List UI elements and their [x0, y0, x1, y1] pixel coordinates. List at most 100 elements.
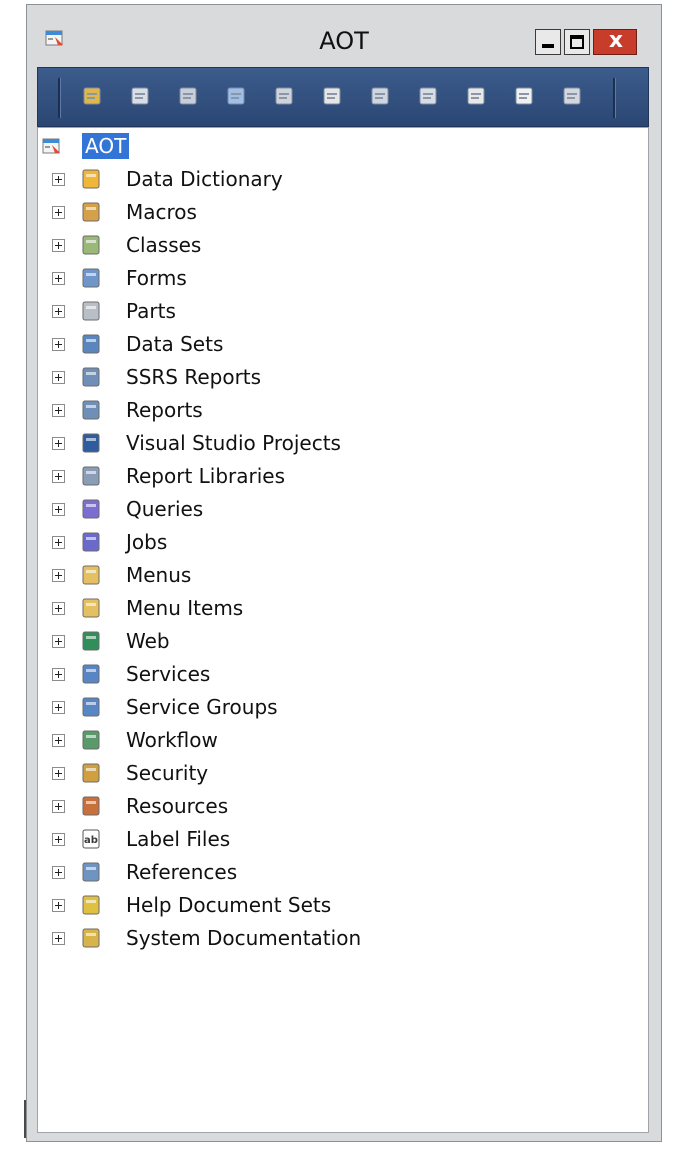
tree-node-label[interactable]: Data Sets	[126, 332, 223, 356]
tree-node-service-groups[interactable]: Service Groups	[38, 692, 628, 725]
expand-icon[interactable]	[52, 305, 65, 318]
tree-root-label[interactable]: AOT	[82, 133, 130, 159]
tree-node-label[interactable]: SSRS Reports	[126, 365, 261, 389]
expand-icon[interactable]	[52, 470, 65, 483]
expand-icon[interactable]	[52, 536, 65, 549]
expand-icon[interactable]	[52, 800, 65, 813]
tree-node-label[interactable]: Label Files	[126, 827, 230, 851]
new-icon	[323, 87, 341, 105]
expand-icon[interactable]	[52, 899, 65, 912]
expand-icon[interactable]	[52, 206, 65, 219]
close-button[interactable]: x	[593, 28, 637, 55]
tree-node-label[interactable]: Services	[126, 662, 210, 686]
expand-icon[interactable]	[52, 239, 65, 252]
tree-node-workflow[interactable]: Workflow	[38, 725, 628, 758]
expand-icon[interactable]	[52, 404, 65, 417]
toolbar-button-copy[interactable]	[560, 84, 584, 108]
expand-icon[interactable]	[52, 932, 65, 945]
tree-node-label[interactable]: References	[126, 860, 237, 884]
tree-view[interactable]: AOT Data Dictionary Macros Classes Forms Par…	[37, 127, 649, 1133]
toolbar-button-open[interactable]	[80, 84, 104, 108]
tree-node-label[interactable]: Menu Items	[126, 596, 243, 620]
workflow-icon	[82, 730, 100, 750]
tree-node-system-documentation[interactable]: System Documentation	[38, 923, 628, 956]
toolbar-button-keyboard[interactable]	[272, 84, 296, 108]
tree-node-reports[interactable]: Reports	[38, 395, 628, 428]
maximize-button[interactable]	[564, 29, 590, 55]
tree-node-macros[interactable]: Macros	[38, 197, 628, 230]
menu-items-icon	[82, 598, 100, 618]
toolbar-button-undo[interactable]	[464, 84, 488, 108]
tree-node-parts[interactable]: Parts	[38, 296, 628, 329]
tree-node-menu-items[interactable]: Menu Items	[38, 593, 628, 626]
tree-node-label[interactable]: Service Groups	[126, 695, 278, 719]
tree-node-label-files[interactable]: ab Label Files	[38, 824, 628, 857]
refresh-icon	[515, 87, 533, 105]
tree-node-report-libraries[interactable]: Report Libraries	[38, 461, 628, 494]
toolbar-button-compile[interactable]	[368, 84, 392, 108]
toolbar-button-edit[interactable]	[176, 84, 200, 108]
toolbar-button-new[interactable]	[320, 84, 344, 108]
expand-icon[interactable]	[52, 701, 65, 714]
tree-node-label[interactable]: Parts	[126, 299, 176, 323]
tree-node-label[interactable]: Data Dictionary	[126, 167, 283, 191]
tree-node-menus[interactable]: Menus	[38, 560, 628, 593]
references-icon	[82, 862, 100, 882]
tree-node-label[interactable]: Classes	[126, 233, 201, 257]
resources-icon	[82, 796, 100, 816]
expand-icon[interactable]	[52, 602, 65, 615]
tree-node-data-dictionary[interactable]: Data Dictionary	[38, 164, 628, 197]
expand-icon[interactable]	[52, 338, 65, 351]
tree-node-help-document-sets[interactable]: Help Document Sets	[38, 890, 628, 923]
tree-node-label[interactable]: Jobs	[126, 530, 167, 554]
tree-node-label[interactable]: Queries	[126, 497, 203, 521]
tree-node-label[interactable]: Resources	[126, 794, 228, 818]
tree-node-label[interactable]: Security	[126, 761, 208, 785]
minimize-button[interactable]	[535, 29, 561, 55]
expand-icon[interactable]	[52, 734, 65, 747]
tree-node-visual-studio[interactable]: Visual Studio Projects	[38, 428, 628, 461]
toolbar-button-import[interactable]	[416, 84, 440, 108]
expand-icon[interactable]	[52, 833, 65, 846]
title-bar[interactable]: AOT x	[27, 5, 661, 67]
expand-icon[interactable]	[52, 173, 65, 186]
tree-node-classes[interactable]: Classes	[38, 230, 628, 263]
expand-icon[interactable]	[52, 635, 65, 648]
toolbar-button-tree[interactable]	[224, 84, 248, 108]
aot-window: AOT x AOT Data Dictionary Macros Classes Fo…	[26, 4, 662, 1142]
tree-node-forms[interactable]: Forms	[38, 263, 628, 296]
expand-icon[interactable]	[52, 569, 65, 582]
expand-icon[interactable]	[52, 503, 65, 516]
expand-icon[interactable]	[52, 371, 65, 384]
report-libraries-icon	[82, 466, 100, 486]
expand-icon[interactable]	[52, 437, 65, 450]
tree-node-label[interactable]: Reports	[126, 398, 203, 422]
tree-node-services[interactable]: Services	[38, 659, 628, 692]
tree-node-label[interactable]: Menus	[126, 563, 191, 587]
tree-node-label[interactable]: Visual Studio Projects	[126, 431, 341, 455]
tree-node-data-sets[interactable]: Data Sets	[38, 329, 628, 362]
queries-icon	[82, 499, 100, 519]
web-icon	[82, 631, 100, 651]
tree-node-label[interactable]: Macros	[126, 200, 197, 224]
tree-node-label[interactable]: Workflow	[126, 728, 218, 752]
expand-icon[interactable]	[52, 668, 65, 681]
forms-icon	[82, 268, 100, 288]
tree-node-ssrs-reports[interactable]: SSRS Reports	[38, 362, 628, 395]
expand-icon[interactable]	[52, 272, 65, 285]
toolbar-button-properties[interactable]	[128, 84, 152, 108]
tree-node-label[interactable]: Forms	[126, 266, 187, 290]
tree-node-label[interactable]: Report Libraries	[126, 464, 285, 488]
toolbar-button-refresh[interactable]	[512, 84, 536, 108]
expand-icon[interactable]	[52, 866, 65, 879]
tree-node-queries[interactable]: Queries	[38, 494, 628, 527]
tree-node-security[interactable]: Security	[38, 758, 628, 791]
tree-node-resources[interactable]: Resources	[38, 791, 628, 824]
tree-node-label[interactable]: Web	[126, 629, 170, 653]
tree-node-jobs[interactable]: Jobs	[38, 527, 628, 560]
tree-node-label[interactable]: System Documentation	[126, 926, 361, 950]
tree-node-references[interactable]: References	[38, 857, 628, 890]
tree-node-label[interactable]: Help Document Sets	[126, 893, 331, 917]
expand-icon[interactable]	[52, 767, 65, 780]
tree-node-web[interactable]: Web	[38, 626, 628, 659]
